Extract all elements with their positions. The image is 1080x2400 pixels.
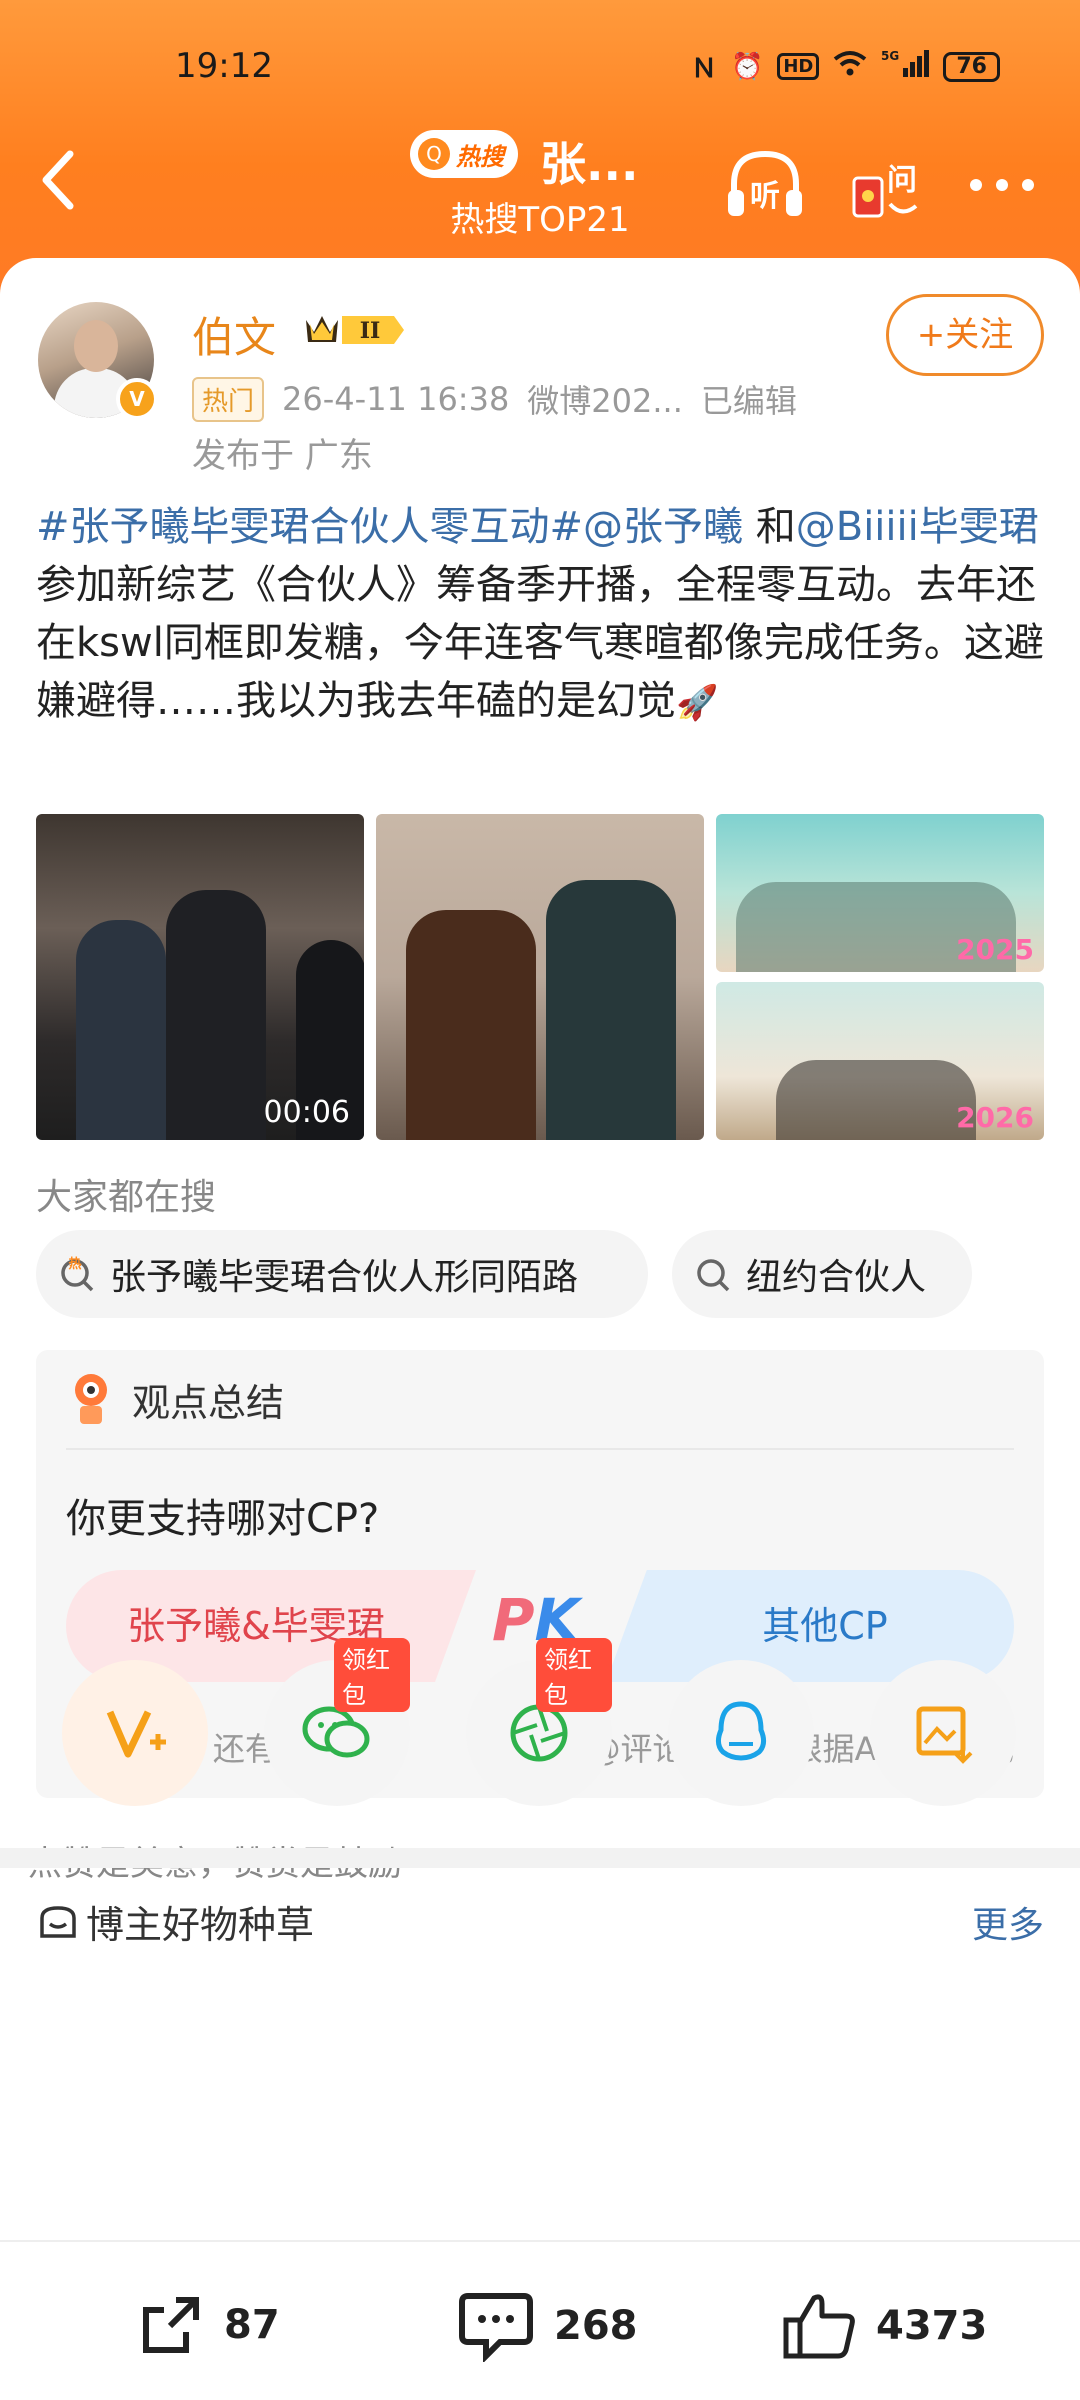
- author-name[interactable]: 伯文: [192, 304, 276, 365]
- post-body: 参加新综艺《合伙人》筹备季开播，全程零互动。去年还在kswl同框即发糖，今年连客…: [36, 562, 1044, 724]
- image-thumbnail-2[interactable]: [376, 814, 704, 1140]
- image-thumbnail-4[interactable]: 2026: [716, 982, 1044, 1140]
- post-text: #张予曦毕雯珺合伙人零互动#@张予曦 和@Biiiii毕雯珺 参加新综艺《合伙人…: [36, 498, 1046, 732]
- year-label-2026: 2026: [956, 1101, 1034, 1134]
- status-time: 19:12: [175, 46, 273, 86]
- post-meta: 热门 26-4-11 16:38 微博202... 已编辑: [192, 376, 797, 422]
- search-suggest-label: 大家都在搜: [36, 1177, 217, 1218]
- repost-button[interactable]: 87: [136, 2290, 280, 2360]
- qq-penguin-icon: [715, 1701, 767, 1761]
- page-title: 张...: [540, 137, 639, 191]
- save-image-icon: [916, 1706, 973, 1764]
- opinion-title: 观点总结: [132, 1380, 285, 1425]
- search-suggest-chip-2[interactable]: 纽约合伙人: [672, 1230, 972, 1318]
- comment-icon: [459, 2293, 533, 2362]
- figure-man: [546, 880, 676, 1140]
- header-background: 19:12 Ｎ ⏰ HD 5G 76 Q 热搜 张... 热搜TOP21 听 问: [0, 0, 1080, 300]
- search-icon: [697, 1259, 730, 1292]
- follow-button[interactable]: +关注: [886, 294, 1044, 376]
- thumbs-up-icon: [783, 2294, 855, 2359]
- share-row: 领红包 领红包: [0, 1638, 1080, 1810]
- post-source: 微博202...: [527, 382, 683, 420]
- svg-text:问: 问: [887, 163, 917, 198]
- mention-link-1[interactable]: @张予曦: [583, 504, 743, 550]
- avatar-face: [74, 320, 118, 372]
- bottom-action-bar: 87 268 4373: [0, 2240, 1080, 2400]
- comment-count: 268: [554, 2303, 638, 2349]
- status-icons: Ｎ ⏰ HD 5G 76: [691, 48, 1000, 85]
- red-packet-tag-2: 领红包: [536, 1638, 612, 1712]
- post-location: 发布于 广东: [192, 436, 373, 476]
- post-card: V 伯文 II +关注 热门 26-4-11 16:38 微博202... 已编…: [0, 258, 1080, 2118]
- reward-button[interactable]: [62, 1660, 208, 1806]
- status-bar: 19:12 Ｎ ⏰ HD 5G 76: [0, 40, 1080, 100]
- mention-link-2[interactable]: @Biiiii毕雯珺: [796, 504, 1039, 550]
- share-qq-button[interactable]: [668, 1660, 814, 1806]
- figure-woman: [406, 910, 536, 1140]
- goods-label-text: 博主好物种草: [86, 1903, 315, 1947]
- battery-indicator: 76: [943, 51, 1000, 82]
- ask-button[interactable]: 问: [840, 140, 930, 230]
- search-icon: Q: [418, 138, 450, 170]
- post-time: 26-4-11 16:38: [282, 380, 510, 418]
- member-level-badge: II: [306, 316, 404, 344]
- post-and: 和: [743, 504, 796, 550]
- like-button[interactable]: 4373: [782, 2290, 987, 2362]
- top-nav: Q 热搜 张... 热搜TOP21 听 问: [0, 120, 1080, 250]
- save-image-button[interactable]: [870, 1660, 1016, 1806]
- svg-text:5G: 5G: [881, 49, 899, 63]
- wifi-icon: [833, 49, 867, 84]
- search-suggest-text-2: 纽约合伙人: [746, 1257, 927, 1298]
- edited-label: 已编辑: [700, 382, 797, 420]
- video-thumbnail[interactable]: 00:06: [36, 814, 364, 1140]
- listen-button[interactable]: 听: [720, 140, 810, 230]
- hot-search-pill[interactable]: Q 热搜: [410, 130, 518, 178]
- like-count: 4373: [876, 2303, 988, 2349]
- more-button[interactable]: [960, 140, 1050, 230]
- hashtag-link[interactable]: #张予曦毕雯珺合伙人零互动#: [36, 504, 583, 550]
- figure-right: [166, 890, 266, 1140]
- goods-section: 博主好物种草 更多: [0, 1868, 1080, 1968]
- svg-text:II: II: [360, 318, 381, 344]
- hd-icon: HD: [777, 53, 820, 80]
- opinion-question: 你更支持哪对CP?: [66, 1496, 380, 1542]
- opinion-divider: [66, 1448, 1014, 1450]
- image-thumbnail-3[interactable]: 2025: [716, 814, 1044, 972]
- video-duration: 00:06: [263, 1095, 350, 1130]
- year-label-2025: 2025: [956, 933, 1034, 966]
- red-packet-tag: 领红包: [334, 1638, 410, 1712]
- alarm-icon: ⏰: [730, 51, 764, 82]
- robot-mascot-icon: [75, 1374, 107, 1424]
- hot-search-icon: 热: [61, 1256, 94, 1292]
- svg-text:热: 热: [68, 1256, 81, 1272]
- group-photo-2: [776, 1060, 976, 1140]
- repost-count: 87: [224, 2302, 280, 2348]
- comment-button[interactable]: 268: [456, 2290, 638, 2362]
- svg-text:听: 听: [750, 179, 780, 214]
- repost-icon: [143, 2297, 199, 2353]
- reward-v-plus-icon: [106, 1710, 166, 1758]
- red-packet-ask-icon: 问: [852, 163, 918, 218]
- figure-left: [76, 920, 166, 1140]
- section-divider: [0, 1848, 1080, 1868]
- nfc-icon: Ｎ: [690, 54, 717, 84]
- goods-more-link[interactable]: 更多: [972, 1896, 1044, 1948]
- goods-label: 博主好物种草: [36, 1894, 314, 1949]
- share-moments-button[interactable]: 领红包: [466, 1638, 612, 1806]
- search-suggest-text-1: 张予曦毕雯珺合伙人形同陌路: [110, 1257, 579, 1298]
- hot-search-label: 热搜: [456, 142, 504, 171]
- 5g-signal-icon: 5G: [881, 48, 930, 85]
- opinion-header: 观点总结: [66, 1370, 284, 1428]
- headphones-icon: 听: [728, 150, 802, 216]
- more-dots-icon: [970, 179, 1034, 191]
- shop-bag-icon: [40, 1905, 76, 1938]
- share-wechat-button[interactable]: 领红包: [264, 1638, 410, 1806]
- rocket-emoji-icon: 🚀: [676, 683, 719, 723]
- search-suggest-chip-1[interactable]: 热 张予曦毕雯珺合伙人形同陌路: [36, 1230, 648, 1318]
- verified-badge-icon: V: [116, 378, 158, 420]
- hot-tag: 热门: [192, 376, 265, 422]
